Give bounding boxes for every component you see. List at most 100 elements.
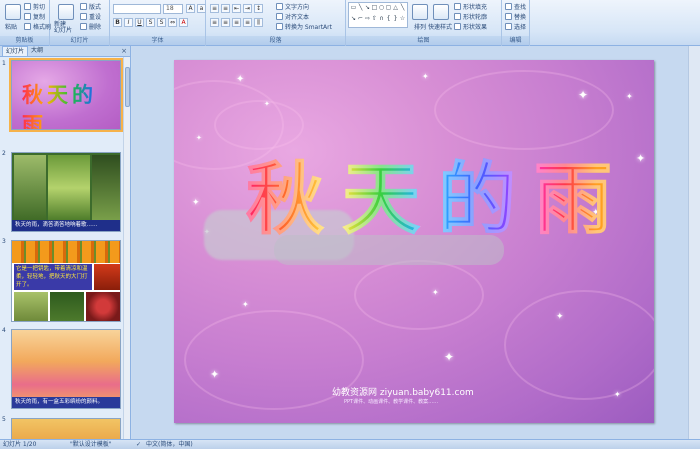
quick-styles-icon[interactable] xyxy=(433,4,449,20)
line-icon[interactable]: ╲ xyxy=(357,4,364,15)
replace-button[interactable]: 替换 xyxy=(505,12,526,21)
theme-name: "默认设计模板" xyxy=(70,441,112,448)
paste-icon[interactable] xyxy=(5,4,21,20)
format-painter-button[interactable]: 格式刷 xyxy=(24,22,51,31)
panel-scrollbar[interactable] xyxy=(123,57,130,439)
thumbnail-list: 1 秋天的雨 2 秋天的雨，滴答滴答地响着歌…… 3 它是一把钥匙，带着清凉和温… xyxy=(0,57,124,439)
shape-gallery[interactable]: ▭ ╲ ↘ □ ○ ▢ △ ╲ ↘ ⌐ ⇨ ⇧ ∩{} ☆ xyxy=(348,2,408,28)
font-size-combo[interactable]: 18 xyxy=(163,4,183,14)
copy-button[interactable]: 复制 xyxy=(24,12,45,21)
tab-outline[interactable]: 大纲 xyxy=(28,46,46,56)
strikethrough-icon[interactable]: S xyxy=(146,18,155,27)
arrange-button[interactable]: 排列 xyxy=(414,22,426,31)
align-center-icon[interactable]: ≡ xyxy=(221,18,230,27)
quick-styles-button[interactable]: 快速样式 xyxy=(428,22,452,31)
rectangle-icon[interactable]: ▭ xyxy=(350,4,357,15)
numbering-icon[interactable]: ≡ xyxy=(221,4,230,13)
align-text-button[interactable]: 对齐文本 xyxy=(276,12,309,21)
tab-slides[interactable]: 幻灯片 xyxy=(2,46,29,56)
cut-button[interactable]: 剪切 xyxy=(24,2,45,11)
columns-icon[interactable]: ⫼ xyxy=(254,18,263,27)
text-direction-button[interactable]: 文字方向 xyxy=(276,2,309,11)
new-slide-icon[interactable] xyxy=(58,4,74,20)
bracket-icon[interactable]: ⌐ xyxy=(357,15,364,26)
close-icon[interactable]: × xyxy=(121,46,127,56)
star-shape-icon[interactable]: ☆ xyxy=(399,15,406,26)
grow-font-icon[interactable]: A xyxy=(186,4,195,13)
bullets-icon[interactable]: ≡ xyxy=(210,4,219,13)
scroll-thumb[interactable] xyxy=(125,67,130,107)
edit-area-scrollbar[interactable] xyxy=(688,46,700,439)
smartart-button[interactable]: 转换为 SmartArt xyxy=(276,22,332,31)
curve-icon[interactable]: ∩ xyxy=(378,15,385,26)
select-button[interactable]: 选择 xyxy=(505,22,526,31)
shrink-font-icon[interactable]: a xyxy=(197,4,206,13)
rounded-rect-icon[interactable]: ▢ xyxy=(385,4,392,15)
delete-button[interactable]: 删除 xyxy=(80,22,101,31)
slide-thumbnail-2[interactable]: 秋天的雨，滴答滴答地响着歌…… xyxy=(11,152,121,232)
brush-icon xyxy=(24,23,31,30)
slide-thumbnail-1[interactable]: 秋天的雨 xyxy=(9,58,123,132)
slide-thumbnail-5[interactable] xyxy=(11,418,121,439)
right-arrow-icon[interactable]: ⇨ xyxy=(364,15,371,26)
find-button[interactable]: 查找 xyxy=(505,2,526,11)
circle-icon[interactable]: ○ xyxy=(378,4,385,15)
editing-group: 查找 替换 选择 编辑 xyxy=(502,0,530,46)
cursor-icon xyxy=(505,23,512,30)
panel-tabs: 幻灯片 大纲 × xyxy=(0,46,130,57)
shape-outline-button[interactable]: 形状轮廓 xyxy=(454,12,487,21)
arrange-label: 排列 xyxy=(414,24,427,31)
align-left-icon[interactable]: ≡ xyxy=(210,18,219,27)
pen-icon xyxy=(454,13,461,20)
select-label: 选择 xyxy=(514,24,527,31)
brace-icon[interactable]: { xyxy=(385,15,392,26)
font-color-icon[interactable]: A xyxy=(179,18,188,27)
title-char: 秋 xyxy=(245,150,324,250)
font-name-combo[interactable] xyxy=(113,4,161,14)
slide-thumbnail-3[interactable]: 它是一把钥匙，带着清凉和温柔，轻轻地，把秋天的大门打开了。 xyxy=(11,240,121,322)
ribbon: 粘贴 剪切 复制 格式刷 剪贴板 新建 幻灯片 版式 重设 删除 幻灯片 18 … xyxy=(0,0,700,46)
reset-button[interactable]: 重设 xyxy=(80,12,101,21)
decrease-indent-icon[interactable]: ⇤ xyxy=(232,4,241,13)
increase-indent-icon[interactable]: ⇥ xyxy=(243,4,252,13)
new-slide-button[interactable]: 新建 幻灯片 xyxy=(54,22,72,34)
line-icon-2[interactable]: ╲ xyxy=(399,4,406,15)
up-arrow-icon[interactable]: ⇧ xyxy=(371,15,378,26)
slide-position: 幻灯片 1/20 xyxy=(3,441,37,448)
shape-effects-button[interactable]: 形状效果 xyxy=(454,22,487,31)
text-direction-label: 文字方向 xyxy=(285,4,310,11)
slide-number: 5 xyxy=(2,416,6,423)
justify-icon[interactable]: ≡ xyxy=(243,18,252,27)
arrow-icon-2[interactable]: ↘ xyxy=(350,15,357,26)
line-spacing-icon[interactable]: ↕ xyxy=(254,4,263,13)
triangle-icon[interactable]: △ xyxy=(392,4,399,15)
slide-number: 3 xyxy=(2,238,6,245)
replace-label: 替换 xyxy=(514,14,527,21)
slide-title[interactable]: 秋 天 的 雨 xyxy=(245,150,612,250)
group-label-paragraph: 段落 xyxy=(206,36,345,45)
square-icon[interactable]: □ xyxy=(371,4,378,15)
arrange-icon[interactable] xyxy=(412,4,428,20)
bold-icon[interactable]: B xyxy=(113,18,122,27)
star-icon: ✦ xyxy=(242,300,249,309)
group-label-editing: 编辑 xyxy=(502,36,529,45)
align-text-icon xyxy=(276,13,283,20)
paste-button[interactable]: 粘贴 xyxy=(5,22,17,31)
cut-label: 剪切 xyxy=(33,4,46,11)
shadow-icon[interactable]: S xyxy=(157,18,166,27)
new-slide-label: 新建 幻灯片 xyxy=(54,21,73,34)
swirl-decoration xyxy=(504,290,654,400)
slide-thumbnail-4[interactable]: 秋天的雨，有一盒五彩缤纷的颜料。 xyxy=(11,329,121,409)
layout-button[interactable]: 版式 xyxy=(80,2,101,11)
italic-icon[interactable]: I xyxy=(124,18,133,27)
star-icon: ✦ xyxy=(432,288,439,297)
current-slide[interactable]: ✦ ✦ ✦ ✦ ✦ ✦ ✦ ✦ ✦ ✦ ✦ ✦ ✦ ✦ ✦ ✦ 秋 天 的 雨 … xyxy=(174,60,654,423)
underline-icon[interactable]: U xyxy=(135,18,144,27)
spacing-icon[interactable]: ⇔ xyxy=(168,18,177,27)
thumbnail-caption: 它是一把钥匙，带着清凉和温柔，轻轻地，把秋天的大门打开了。 xyxy=(14,264,92,290)
thumbnail-caption: 秋天的雨，有一盒五彩缤纷的颜料。 xyxy=(12,397,120,408)
shape-fill-button[interactable]: 形状填充 xyxy=(454,2,487,11)
brace-close-icon[interactable]: } xyxy=(392,15,399,26)
arrow-icon[interactable]: ↘ xyxy=(364,4,371,15)
align-right-icon[interactable]: ≡ xyxy=(232,18,241,27)
